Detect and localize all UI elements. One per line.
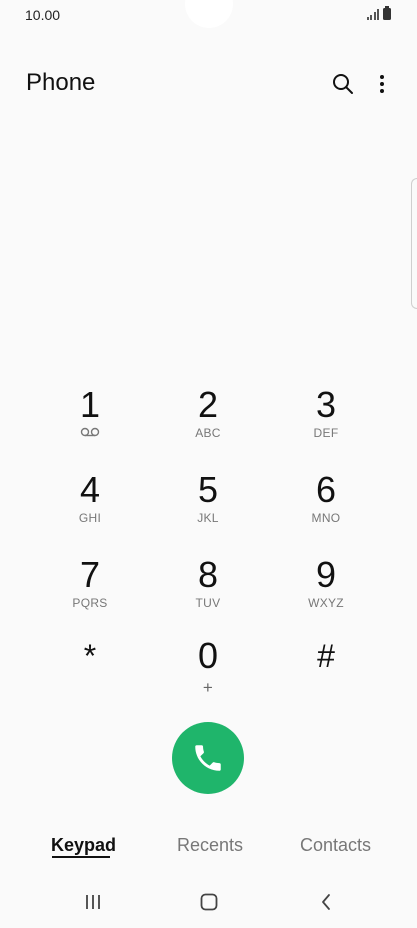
tab-recents[interactable]: Recents xyxy=(177,835,243,856)
key-digit: 0 xyxy=(197,635,219,676)
key-4[interactable]: 4 GHI xyxy=(31,472,149,542)
key-letters: ABC xyxy=(195,426,221,440)
phone-icon xyxy=(195,745,221,771)
status-time: 10.00 xyxy=(25,7,61,23)
key-letters: + xyxy=(202,678,214,697)
voicemail-icon xyxy=(80,427,100,437)
side-panel-handle[interactable] xyxy=(411,178,417,309)
key-8[interactable]: 8 TUV xyxy=(149,557,267,627)
home-button[interactable] xyxy=(194,890,224,914)
key-digit: 7 xyxy=(79,554,101,595)
status-bar: 10.00 xyxy=(0,0,417,30)
key-letters: GHI xyxy=(78,511,102,525)
tab-keypad[interactable]: Keypad xyxy=(51,835,116,856)
back-button[interactable] xyxy=(311,890,341,914)
key-2[interactable]: 2 ABC xyxy=(149,387,267,457)
recent-apps-button[interactable] xyxy=(78,890,108,914)
key-digit: 5 xyxy=(197,469,219,510)
key-letters: TUV xyxy=(195,596,221,610)
key-hash[interactable]: # xyxy=(267,638,385,708)
key-letters: WXYZ xyxy=(308,596,344,610)
status-icons xyxy=(366,6,391,20)
key-6[interactable]: 6 MNO xyxy=(267,472,385,542)
home-icon xyxy=(200,893,218,911)
back-icon xyxy=(322,894,330,910)
search-icon xyxy=(333,74,353,94)
key-letters: JKL xyxy=(197,511,219,525)
active-tab-indicator xyxy=(52,856,110,858)
recent-apps-icon xyxy=(86,895,100,909)
key-3[interactable]: 3 DEF xyxy=(267,387,385,457)
key-digit: 1 xyxy=(79,384,101,425)
key-letters: PQRS xyxy=(72,596,108,610)
key-digit: * xyxy=(83,638,97,674)
camera-notch xyxy=(185,0,233,28)
key-digit: 2 xyxy=(197,384,219,425)
call-button[interactable] xyxy=(172,722,244,794)
more-options-icon xyxy=(380,75,384,93)
key-letters: DEF xyxy=(313,426,339,440)
key-star[interactable]: * xyxy=(31,638,149,708)
battery-icon xyxy=(383,6,391,20)
key-digit: 4 xyxy=(79,469,101,510)
key-letters: MNO xyxy=(311,511,341,525)
key-0[interactable]: 0 + xyxy=(149,638,267,708)
key-digit: # xyxy=(317,638,335,674)
key-digit: 6 xyxy=(315,469,337,510)
key-digit: 9 xyxy=(315,554,337,595)
search-button[interactable] xyxy=(329,70,357,98)
key-1[interactable]: 1 xyxy=(31,387,149,457)
key-digit: 8 xyxy=(197,554,219,595)
tab-contacts[interactable]: Contacts xyxy=(300,835,371,856)
signal-icon xyxy=(366,9,379,20)
key-9[interactable]: 9 WXYZ xyxy=(267,557,385,627)
key-5[interactable]: 5 JKL xyxy=(149,472,267,542)
page-title: Phone xyxy=(26,69,96,96)
key-digit: 3 xyxy=(315,384,337,425)
key-7[interactable]: 7 PQRS xyxy=(31,557,149,627)
more-options-button[interactable] xyxy=(368,70,396,98)
